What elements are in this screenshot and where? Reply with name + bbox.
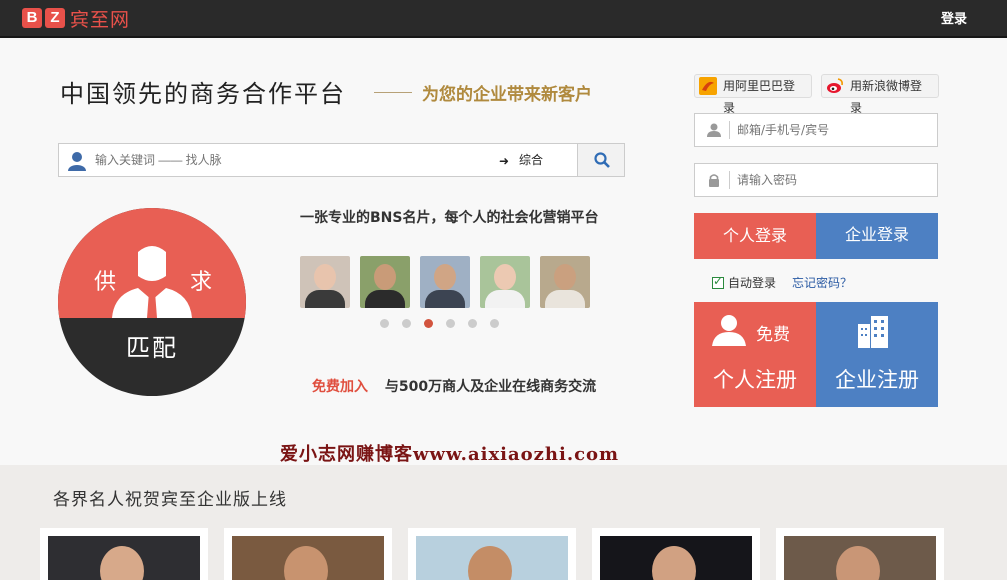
alibaba-icon: [699, 77, 717, 95]
site-logo[interactable]: B Z 宾至网: [22, 6, 131, 31]
field-separator: [729, 121, 730, 139]
personal-register-button[interactable]: 免费 个人注册: [694, 302, 816, 407]
weibo-login-label: 用新浪微博登录: [850, 79, 923, 115]
celebrity-card[interactable]: [224, 528, 392, 580]
alibaba-login-button[interactable]: 用阿里巴巴登录: [694, 74, 812, 115]
supply-label: 供: [94, 270, 117, 295]
top-login-link[interactable]: 登录: [941, 8, 967, 27]
slogan-subtitle: 为您的企业带来新客户: [422, 85, 592, 105]
carousel-dot[interactable]: [468, 319, 477, 328]
search-input[interactable]: [95, 144, 475, 176]
company-register-button[interactable]: 企业注册: [816, 302, 938, 407]
celebrity-card[interactable]: [408, 528, 576, 580]
match-label: 匹配: [126, 334, 178, 362]
celebrity-card[interactable]: [40, 528, 208, 580]
celebrity-card[interactable]: [776, 528, 944, 580]
hero-section: 中国领先的商务合作平台 为您的企业带来新客户 ➜ 综合 供 求 匹配 一张专业的…: [0, 40, 1007, 465]
logo-text: 宾至网: [70, 8, 131, 31]
search-category-select[interactable]: 综合: [519, 144, 543, 176]
carousel-dot[interactable]: [402, 319, 411, 328]
main-slogan: 中国领先的商务合作平台: [60, 80, 346, 108]
search-bar: ➜ 综合: [58, 143, 625, 177]
building-icon: [858, 316, 888, 348]
member-avatar[interactable]: [300, 256, 350, 308]
personal-login-button[interactable]: 个人登录: [694, 213, 816, 259]
carousel-dot-active[interactable]: [424, 319, 433, 328]
celebrity-section: 各界名人祝贺宾至企业版上线: [0, 465, 1007, 580]
carousel-dot[interactable]: [380, 319, 389, 328]
auto-login-checkbox[interactable]: [712, 274, 724, 289]
free-join-link[interactable]: 免费加入: [312, 379, 368, 395]
username-input[interactable]: [737, 114, 927, 146]
user-icon: [707, 123, 721, 137]
person-icon: [68, 152, 86, 171]
weibo-icon: [827, 78, 843, 93]
slogan-divider: [374, 92, 412, 93]
member-avatars: [300, 256, 590, 308]
member-avatar[interactable]: [420, 256, 470, 308]
join-line: 免费加入 与500万商人及企业在线商务交流: [312, 376, 596, 396]
login-buttons: 个人登录 企业登录: [694, 213, 938, 259]
logo-letter-z: Z: [45, 8, 65, 28]
password-input[interactable]: [737, 164, 927, 196]
member-avatar[interactable]: [480, 256, 530, 308]
join-description: 与500万商人及企业在线商务交流: [384, 379, 597, 395]
top-navigation-bar: B Z 宾至网 登录: [0, 0, 1007, 38]
member-avatar[interactable]: [360, 256, 410, 308]
carousel-dots: [380, 319, 499, 328]
personal-register-label: 个人注册: [713, 368, 797, 392]
watermark-text: 爱小志网赚博客www.aixiaozhi.com: [280, 444, 620, 465]
username-field: [694, 113, 938, 147]
free-badge: 免费: [756, 325, 790, 345]
person-silhouette-icon: [712, 315, 746, 346]
logo-letter-b: B: [22, 8, 42, 28]
weibo-login-button[interactable]: 用新浪微博登录: [821, 74, 939, 115]
password-field: [694, 163, 938, 197]
lock-icon: [709, 174, 719, 187]
search-button[interactable]: [577, 144, 624, 176]
celebrity-list: [40, 528, 944, 580]
company-login-button[interactable]: 企业登录: [816, 213, 938, 259]
search-icon: [594, 152, 610, 168]
businessman-icon: [112, 246, 192, 318]
company-register-label: 企业注册: [835, 368, 919, 392]
member-avatar[interactable]: [540, 256, 590, 308]
section-title: 各界名人祝贺宾至企业版上线: [53, 490, 287, 510]
celebrity-card[interactable]: [592, 528, 760, 580]
auto-login-option[interactable]: 自动登录: [712, 274, 776, 291]
demand-label: 求: [190, 270, 213, 295]
auto-login-label: 自动登录: [728, 276, 777, 290]
field-separator: [729, 171, 730, 189]
carousel-dot[interactable]: [490, 319, 499, 328]
card-tagline: 一张专业的BNS名片，每个人的社会化营销平台: [300, 210, 599, 226]
forgot-password-link[interactable]: 忘记密码？: [792, 274, 852, 291]
alibaba-login-label: 用阿里巴巴登录: [723, 79, 796, 115]
arrow-right-icon: ➜: [499, 154, 510, 168]
carousel-dot[interactable]: [446, 319, 455, 328]
supply-demand-graphic: 供 求 匹配: [58, 208, 246, 396]
